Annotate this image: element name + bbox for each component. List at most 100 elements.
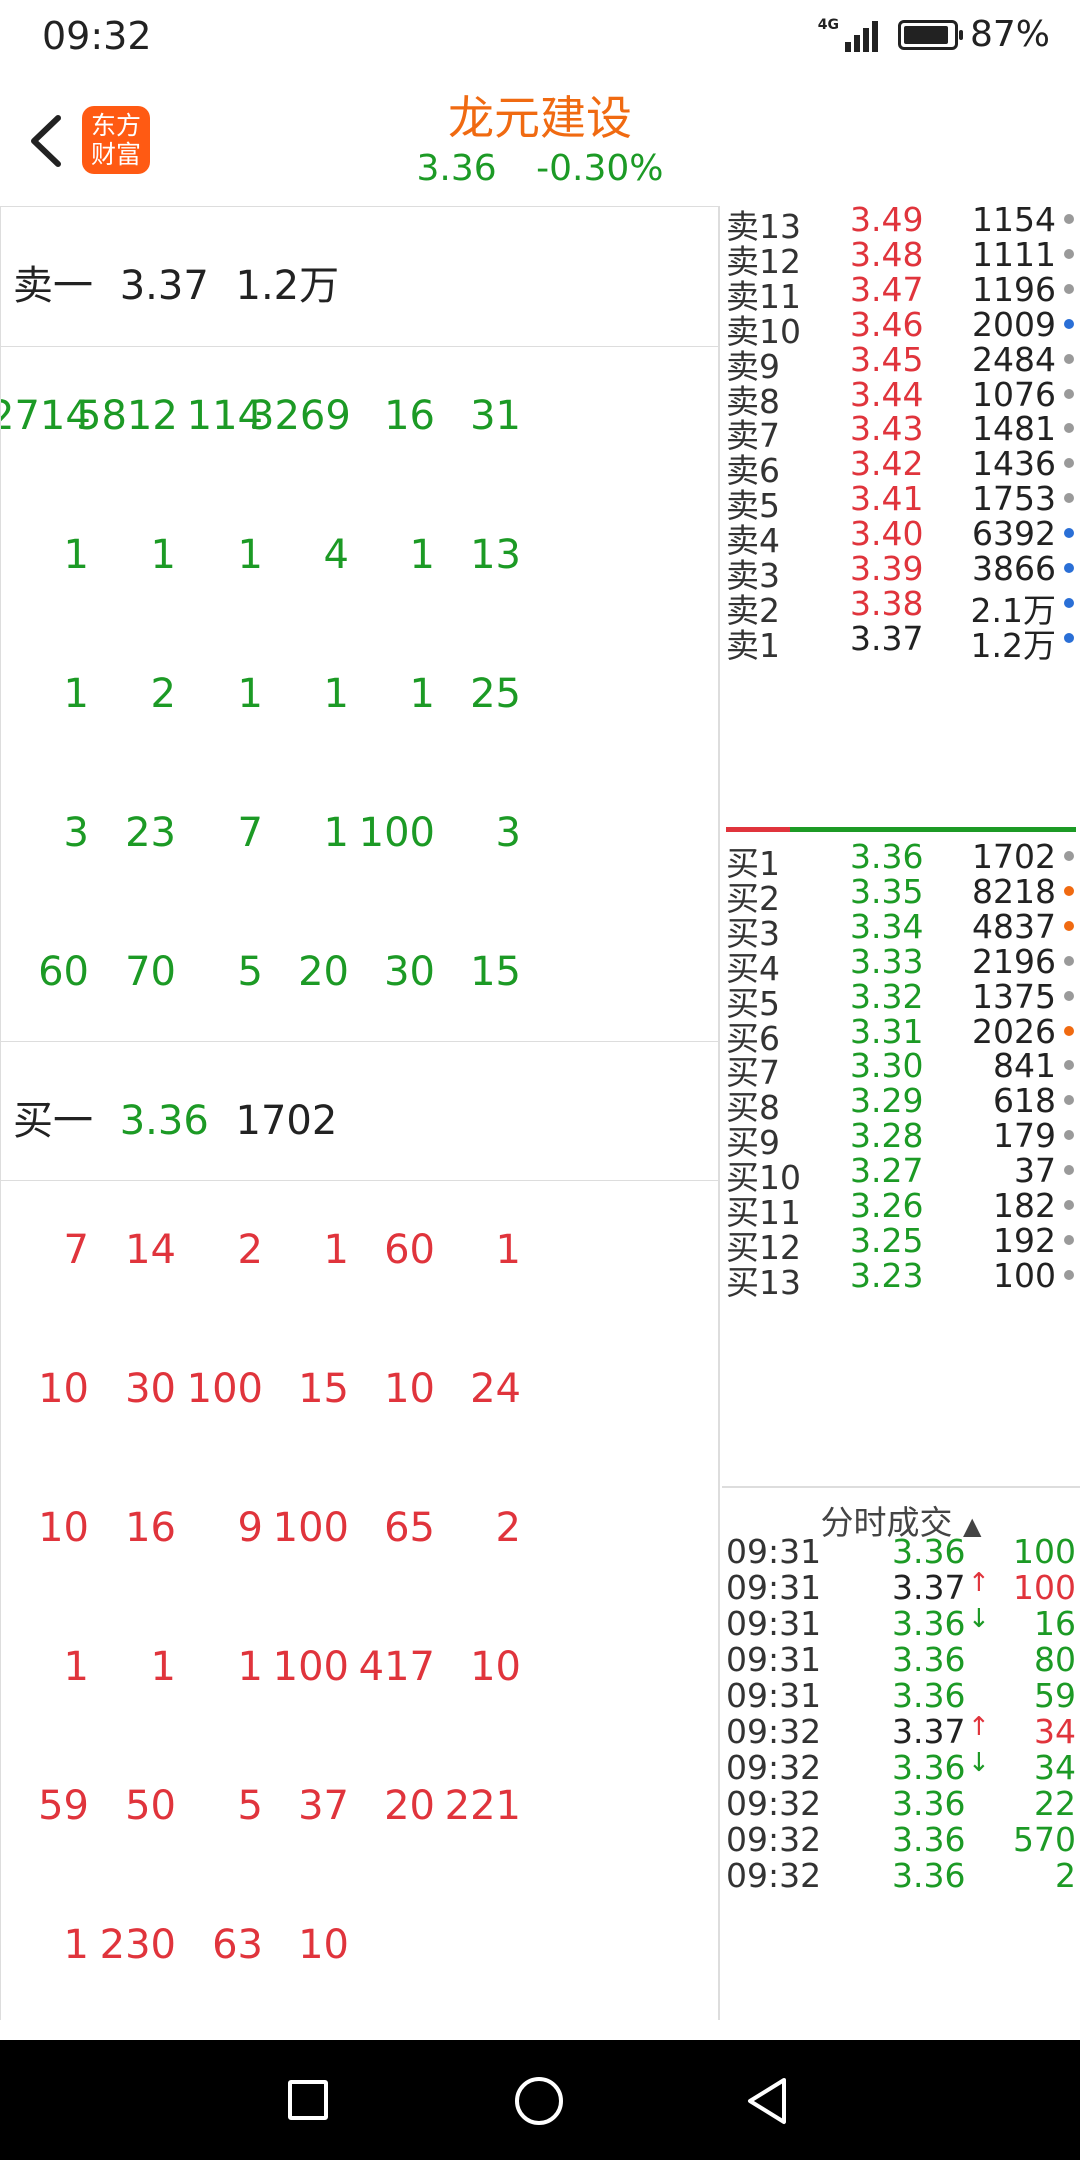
queue-order-volume: 1 — [237, 532, 263, 578]
battery-icon — [897, 19, 963, 50]
queue-order-volume: 9 — [237, 1505, 263, 1551]
bid-level-row[interactable]: 买13 3.23 100 — [722, 1252, 1080, 1302]
queue-order-volume: 10 — [298, 1922, 349, 1968]
queue-row: 1 1 1 100 417 10 — [1, 1598, 718, 1737]
queue-order-volume: 25 — [470, 671, 521, 717]
trade-direction-arrow: ↓ — [968, 1748, 990, 1778]
queue-order-volume: 2 — [237, 1227, 263, 1273]
level-indicator-dot — [1064, 851, 1074, 861]
status-time: 09:32 — [42, 14, 152, 58]
level-indicator-dot — [1064, 1130, 1074, 1141]
level-indicator-dot — [1064, 1025, 1074, 1036]
queue-row: 1 2 1 1 1 25 — [1, 625, 718, 764]
queue-order-volume: 14 — [125, 1227, 176, 1273]
queue-order-volume: 1 — [409, 671, 435, 717]
queue-row: 3 23 7 1 100 3 — [1, 764, 718, 903]
system-nav-bar — [0, 2040, 1080, 2160]
queue-order-volume: 63 — [212, 1922, 263, 1968]
level-indicator-dot — [1064, 388, 1074, 399]
trade-row: 09:32 3.36 2 — [722, 1852, 1080, 1902]
level-volume: 1.2万 — [970, 625, 1056, 665]
sell-queue: 2714581211432691631111411312111253237110… — [1, 346, 718, 1042]
queue-order-volume: 1 — [237, 1644, 263, 1690]
level-indicator-dot — [1064, 990, 1074, 1001]
stock-quote: 3.36 -0.30% — [0, 148, 1080, 189]
tick-trades-panel[interactable]: 分时成交 ▲ 09:31 3.36 100 09:31 3.37 ↑ 100 09:31 3.3… — [722, 1486, 1080, 2020]
queue-order-volume: 5812 — [76, 393, 178, 439]
bid-ask-divider — [726, 827, 1076, 832]
queue-row: 10 16 9 100 65 2 — [1, 1459, 718, 1598]
trade-volume: 2 — [1055, 1856, 1076, 1895]
trade-time: 09:32 — [726, 1856, 822, 1895]
queue-order-volume: 60 — [384, 1227, 435, 1273]
queue-order-volume: 20 — [298, 949, 349, 995]
level-indicator-dot — [1064, 1165, 1074, 1176]
order-book[interactable]: 卖13 3.49 1154 卖12 3.48 1111 卖11 3.47 1196 卖10 3.46… — [722, 206, 1080, 1486]
recent-apps-button[interactable] — [288, 2080, 328, 2120]
queue-order-volume: 221 — [444, 1783, 521, 1829]
ask-level-row[interactable]: 卖1 3.37 1.2万 — [722, 615, 1080, 665]
queue-order-volume: 16 — [125, 1505, 176, 1551]
network-type: 4G — [817, 16, 839, 33]
queue-row: 7 14 2 1 60 1 — [1, 1181, 718, 1320]
level-price: 3.37 — [850, 618, 924, 658]
queue-order-volume: 15 — [470, 949, 521, 995]
level-price: 3.23 — [850, 1255, 924, 1295]
queue-order-volume: 24 — [470, 1366, 521, 1412]
queue-order-volume: 70 — [125, 949, 176, 995]
stock-price: 3.36 — [416, 148, 497, 189]
stock-header: 东方 财富 龙元建设 3.36 -0.30% — [0, 76, 1080, 206]
signal-icon: 4G — [818, 18, 878, 52]
buy-one-price: 3.36 — [119, 1098, 209, 1144]
order-queue-panel[interactable]: 卖一 3.37 1.2万 271458121143269163111141131… — [0, 206, 720, 2020]
queue-order-volume: 37 — [298, 1783, 349, 1829]
level-indicator-dot — [1064, 1095, 1074, 1106]
back-button[interactable] — [744, 2076, 790, 2126]
battery-level: 87% — [969, 14, 1050, 55]
stock-name: 龙元建设 — [448, 91, 632, 145]
queue-order-volume: 100 — [358, 810, 435, 856]
queue-order-volume: 15 — [298, 1366, 349, 1412]
level-indicator-dot — [1064, 528, 1074, 539]
queue-order-volume: 1 — [323, 1227, 349, 1273]
queue-order-volume: 31 — [470, 393, 521, 439]
queue-row: 59 50 5 37 20 221 — [1, 1737, 718, 1876]
sell-one-label: 卖一 — [13, 263, 93, 309]
queue-order-volume: 50 — [125, 1783, 176, 1829]
queue-row: 1 230 63 10 — [1, 1876, 718, 2015]
level-indicator-dot — [1064, 955, 1074, 966]
level-volume: 100 — [993, 1255, 1056, 1295]
queue-row: 60 70 5 20 30 15 — [1, 903, 718, 1042]
queue-order-volume: 100 — [186, 1366, 263, 1412]
level-indicator-dot — [1064, 423, 1074, 434]
queue-order-volume: 16 — [384, 393, 435, 439]
queue-order-volume: 2 — [495, 1505, 521, 1551]
buy-one-volume: 1702 — [235, 1098, 338, 1144]
queue-order-volume: 1 — [409, 532, 435, 578]
level-indicator-dot — [1064, 353, 1074, 364]
stock-change: -0.30% — [536, 148, 664, 189]
home-button[interactable] — [515, 2077, 563, 2125]
queue-order-volume: 3269 — [249, 393, 351, 439]
level-indicator-dot — [1064, 1234, 1074, 1245]
queue-order-volume: 30 — [384, 949, 435, 995]
queue-order-volume: 1 — [150, 1644, 176, 1690]
level-label: 卖1 — [726, 625, 780, 665]
buy-one-header: 买一 3.36 1702 — [1, 1041, 718, 1180]
queue-order-volume: 65 — [384, 1505, 435, 1551]
trade-price: 3.36 — [892, 1856, 966, 1895]
buy-one-label: 买一 — [13, 1098, 93, 1144]
sell-one-price: 3.37 — [119, 263, 209, 309]
level-indicator-dot — [1064, 493, 1074, 504]
queue-order-volume: 30 — [125, 1366, 176, 1412]
queue-order-volume: 1 — [323, 671, 349, 717]
buy-queue: 7 14 2 1 60 1 10 30 100 15 10 24 10 16 9 100 65 2 1 1 1 100 41… — [1, 1180, 718, 2015]
queue-order-volume: 5 — [237, 1783, 263, 1829]
queue-order-volume: 1 — [150, 532, 176, 578]
status-right: 4G 87% — [818, 14, 1050, 55]
queue-order-volume: 1 — [495, 1227, 521, 1273]
queue-order-volume: 417 — [358, 1644, 435, 1690]
level-indicator-dot — [1064, 1200, 1074, 1210]
queue-order-volume: 7 — [237, 810, 263, 856]
status-bar: 09:32 4G 87% — [0, 0, 1080, 76]
